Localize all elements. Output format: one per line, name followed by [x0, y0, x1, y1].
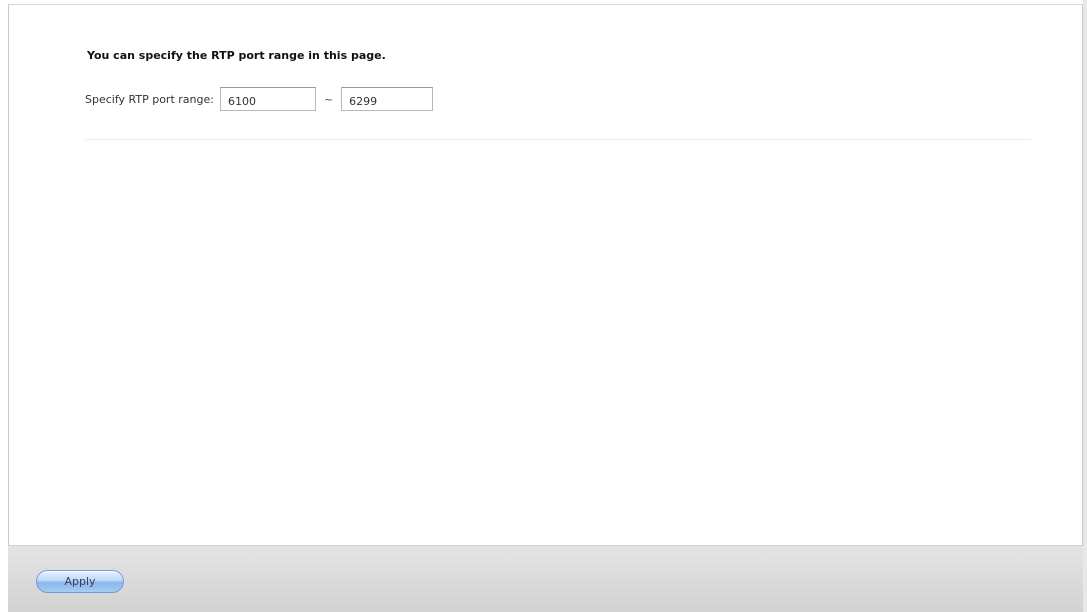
rtp-port-range-label: Specify RTP port range: — [85, 92, 214, 106]
action-footer: Apply — [8, 545, 1083, 612]
range-separator: ~ — [323, 92, 334, 106]
rtp-port-range-row: Specify RTP port range: ~ — [85, 86, 434, 112]
window-edge — [1083, 0, 1087, 612]
rtp-port-start-input[interactable] — [219, 87, 316, 111]
rtp-settings-window: You can specify the RTP port range in th… — [0, 0, 1087, 612]
rtp-port-end-input[interactable] — [341, 87, 434, 111]
page-heading: You can specify the RTP port range in th… — [87, 49, 386, 62]
section-divider — [85, 139, 1031, 140]
apply-button[interactable]: Apply — [36, 570, 124, 593]
settings-panel: You can specify the RTP port range in th… — [8, 4, 1083, 545]
